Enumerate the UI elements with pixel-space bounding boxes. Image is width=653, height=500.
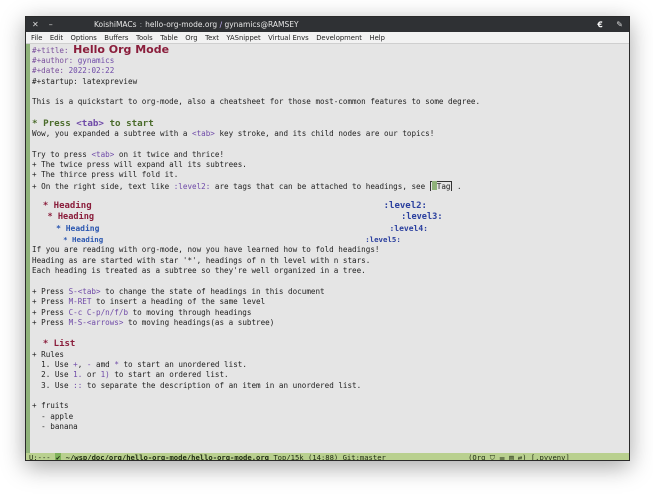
list-item: + Press M-RET to insert a heading of the… <box>32 297 266 307</box>
list-item: + Press S-<tab> to change the state of h… <box>32 286 325 296</box>
intro-text: This is a quickstart to org-mode, also a… <box>32 97 481 107</box>
major-mode[interactable]: (Org <box>468 453 485 460</box>
menu-icon: ☰ <box>499 453 505 461</box>
heading-level4[interactable]: * Heading:level4: <box>32 223 629 234</box>
body-text: Wow, you expanded a subtree with a <tab>… <box>32 129 435 139</box>
python-venv[interactable]: [.pyvenv] <box>531 453 570 460</box>
menu-tools[interactable]: Tools <box>136 32 153 43</box>
menu-table[interactable]: Table <box>160 32 178 43</box>
file-path: ~/wsp/doc/org/hello-org-mode/hello-org-m… <box>65 453 270 461</box>
menu-edit[interactable]: Edit <box>50 32 63 43</box>
vc-branch: Git:master <box>342 453 386 461</box>
cursor-position: Top/15k (14:88) <box>273 453 339 461</box>
menu-file[interactable]: File <box>31 32 42 43</box>
list-item: + On the right side, text like :level2: … <box>32 180 462 192</box>
close-icon[interactable]: ✕ <box>32 17 39 32</box>
heading-level3[interactable]: * Heading:level3: <box>32 212 629 223</box>
author-line: #+author: gynamics <box>32 56 115 65</box>
list-item: - apple <box>32 411 74 421</box>
list-item: 1. Use +, - amd * to start an unordered … <box>32 359 247 369</box>
tag-icon: ⛉ <box>489 453 496 461</box>
startup-line: #+startup: latexpreview <box>32 76 138 86</box>
window-title: KoishiMACs: hello-org-mode.org ∕ gynamics… <box>94 20 299 29</box>
list-item: + Press C-c C-p/n/f/b to moving through … <box>32 307 252 317</box>
menu-text[interactable]: Text <box>205 32 219 43</box>
document-title: Hello Org Mode <box>73 44 170 56</box>
heading-level2[interactable]: * Heading:level2: <box>32 201 629 212</box>
body-text: If you are reading with org-mode, now yo… <box>32 245 380 255</box>
list-item: - banana <box>32 421 78 431</box>
pin-icon[interactable]: ✎ <box>616 17 623 32</box>
menu-options[interactable]: Options <box>71 32 97 43</box>
mode-line: U:--- ✔ ~/wsp/doc/org/hello-org-mode/hel… <box>26 453 629 461</box>
list-item: + Rules <box>32 349 65 359</box>
date-line: #+date: 2022:02:22 <box>32 66 115 76</box>
emacs-logo-icon: ꞓ <box>597 19 603 30</box>
emacs-window: ✕ – KoishiMACs: hello-org-mode.org ∕ gyna… <box>25 16 630 461</box>
menu-bar: File Edit Options Buffers Tools Table Or… <box>26 32 629 44</box>
list-item: + The thirce press will fold it. <box>32 170 179 180</box>
heading-list[interactable]: * List <box>32 339 629 350</box>
list-item: + Press M-S-<arrows> to moving headings(… <box>32 317 275 327</box>
body-text: Each heading is treated as a subtree so … <box>32 266 366 276</box>
list-item: + fruits <box>32 401 69 411</box>
minimize-icon[interactable]: – <box>49 17 53 32</box>
menu-org[interactable]: Org <box>185 32 197 43</box>
menu-yasnippet[interactable]: YASnippet <box>226 32 260 43</box>
menu-help[interactable]: Help <box>369 32 385 43</box>
editor-buffer[interactable]: #+title: Hello Org Mode #+author: gynami… <box>26 44 629 453</box>
body-text: Try to press <tab> on it twice and thric… <box>32 149 225 159</box>
title-bar: ✕ – KoishiMACs: hello-org-mode.org ∕ gyna… <box>26 17 629 32</box>
body-text: Heading as are started with star '*', he… <box>32 255 371 265</box>
list-item: + The twice press will expand all its su… <box>32 160 247 170</box>
list-item: 3. Use :: to separate the description of… <box>32 380 362 390</box>
buffer-state-icon: ✔ <box>54 453 62 461</box>
menu-development[interactable]: Development <box>316 32 362 43</box>
heading-press-tab[interactable]: * Press <tab> to start <box>32 118 629 129</box>
list-item: 2. Use 1. or 1) to start an ordered list… <box>32 370 229 380</box>
outline-icon: ▤ <box>509 453 514 461</box>
heading-level5[interactable]: * Heading:level5: <box>32 234 629 245</box>
menu-virtual-envs[interactable]: Virtual Envs <box>268 32 309 43</box>
title-line: #+title: Hello Org Mode <box>32 44 170 56</box>
menu-buffers[interactable]: Buffers <box>104 32 128 43</box>
tag-link[interactable]: Tag <box>429 180 453 192</box>
